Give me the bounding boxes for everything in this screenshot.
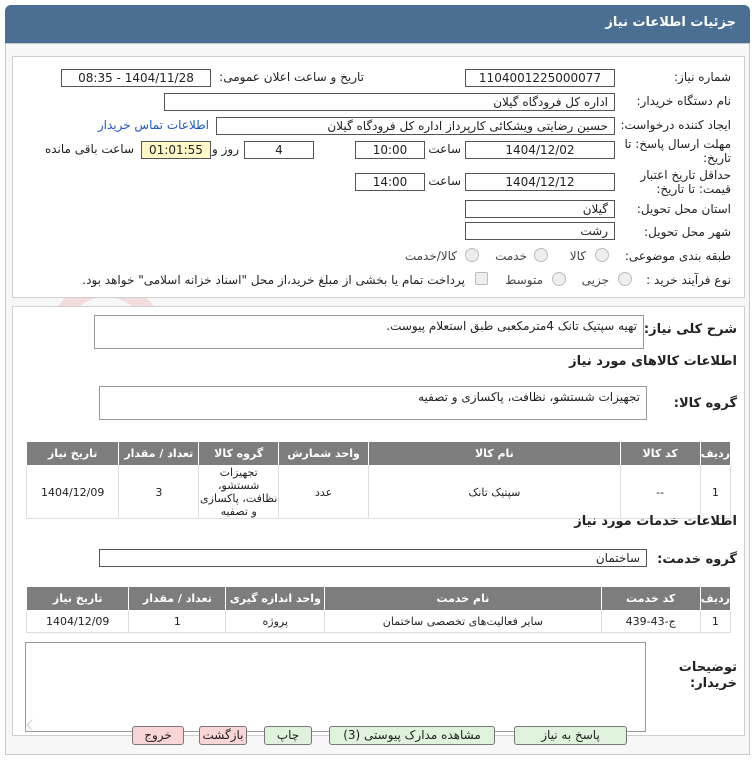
city-label: شهر محل تحویل: xyxy=(644,225,731,239)
days-field: 4 xyxy=(244,141,314,159)
reply-date-field: 1404/12/02 xyxy=(465,141,615,159)
main-container: AriaTender.net شماره نیاز: 1104001225000… xyxy=(5,43,750,755)
buyer-org-field: اداره کل فرودگاه گیلان xyxy=(164,93,615,111)
buyer-notes-label: توضیحات خریدار: xyxy=(678,660,737,691)
province-field: گیلان xyxy=(465,200,615,218)
table-cell: عدد xyxy=(278,465,370,519)
goods-col-unit: واحد شمارش xyxy=(278,441,370,466)
description-label: شرح کلی نیاز: xyxy=(643,322,737,337)
process-radio-minor[interactable] xyxy=(618,272,632,286)
print-button[interactable]: چاپ xyxy=(264,726,312,745)
services-group-label: گروه خدمت: xyxy=(657,552,737,567)
announce-datetime-label: تاریخ و ساعت اعلان عمومی: xyxy=(219,70,364,84)
buyer-notes-field[interactable] xyxy=(25,642,646,732)
reply-deadline-label: مهلت ارسال پاسخ: تا تاریخ: xyxy=(624,137,731,165)
back-button[interactable]: بازگشت xyxy=(199,726,247,745)
requester-field: حسین رضایتی ویشکائی کارپرداز اداره کل فر… xyxy=(216,117,615,135)
page-title: جزئیات اطلاعات نیاز xyxy=(5,5,750,43)
process-option-minor: جزیی xyxy=(581,273,609,287)
category-radio-goods[interactable] xyxy=(595,248,609,262)
category-option-service: خدمت xyxy=(495,249,527,263)
treasury-note: پرداخت تمام یا بخشی از مبلغ خرید،از محل … xyxy=(82,273,465,287)
table-cell: سایر فعالیت‌های تخصصی ساختمان xyxy=(324,610,602,633)
services-group-field: ساختمان xyxy=(99,549,647,567)
services-col-name: نام خدمت xyxy=(324,586,602,611)
goods-col-name: نام کالا xyxy=(368,441,621,466)
table-cell: پروژه xyxy=(225,610,326,633)
resize-grip-icon[interactable] xyxy=(26,719,38,731)
goods-col-date: تاریخ نیاز xyxy=(25,441,120,466)
exit-button[interactable]: خروج xyxy=(132,726,184,745)
reply-time-label: ساعت xyxy=(428,142,461,156)
category-option-goods: کالا xyxy=(569,249,586,263)
goods-table: ردیف کد کالا نام کالا واحد شمارش گروه کا… xyxy=(25,441,732,519)
services-col-code: کد خدمت xyxy=(600,586,701,611)
buyer-contact-link[interactable]: اطلاعات تماس خریدار xyxy=(98,118,209,132)
goods-col-code: کد کالا xyxy=(619,441,701,466)
requester-label: ایجاد کننده درخواست: xyxy=(620,118,731,132)
table-cell: 1404/12/09 xyxy=(25,465,120,519)
remaining-label: ساعت باقی مانده xyxy=(44,142,134,156)
announce-datetime-field: 1404/11/28 - 08:35 xyxy=(61,69,211,87)
table-cell: 1404/12/09 xyxy=(25,610,130,633)
table-cell: ج-43-439 xyxy=(600,610,701,633)
treasury-checkbox[interactable] xyxy=(475,272,488,285)
province-label: استان محل تحویل: xyxy=(636,202,731,216)
goods-section-title: اطلاعات کالاهای مورد نیاز xyxy=(569,354,737,369)
table-cell: سپتیک تانک xyxy=(368,465,621,519)
reply-button[interactable]: پاسخ به نیاز xyxy=(514,726,627,745)
remaining-time-field: 01:01:55 xyxy=(141,141,211,159)
goods-group-field: تجهیزات شستشو، نظافت، پاکسازی و تصفیه xyxy=(99,386,647,420)
table-cell: 1 xyxy=(128,610,227,633)
services-section-title: اطلاعات خدمات مورد نیاز xyxy=(574,514,737,529)
goods-col-row: ردیف xyxy=(699,441,732,466)
table-cell: تجهیزات شستشو، نظافت، پاکسازی و تصفیه xyxy=(198,465,280,519)
table-cell: 1 xyxy=(699,465,732,519)
table-cell: -- xyxy=(619,465,701,519)
price-validity-label: حداقل تاریخ اعتبار قیمت: تا تاریخ: xyxy=(640,168,731,196)
table-cell: 3 xyxy=(118,465,200,519)
process-label: نوع فرآیند خرید : xyxy=(646,273,731,287)
validity-time-field: 14:00 xyxy=(355,173,425,191)
category-radio-goods-service[interactable] xyxy=(465,248,479,262)
goods-group-label: گروه کالا: xyxy=(673,396,737,411)
process-radio-medium[interactable] xyxy=(552,272,566,286)
services-col-qty: تعداد / مقدار xyxy=(128,586,227,611)
services-col-row: ردیف xyxy=(699,586,732,611)
description-text: تهیه سپتیک تانک 4مترمکعبی طبق استعلام پی… xyxy=(94,315,644,349)
category-label: طبقه بندی موضوعی: xyxy=(624,249,731,263)
services-col-date: تاریخ نیاز xyxy=(25,586,130,611)
reply-time-field: 10:00 xyxy=(355,141,425,159)
days-label: روز و xyxy=(212,142,239,156)
goods-col-qty: تعداد / مقدار xyxy=(118,441,200,466)
process-option-medium: متوسط xyxy=(505,273,543,287)
table-row: 1 ج-43-439 سایر فعالیت‌های تخصصی ساختمان… xyxy=(25,610,732,633)
need-number-label: شماره نیاز: xyxy=(674,70,731,84)
services-table: ردیف کد خدمت نام خدمت واحد اندازه گیری ت… xyxy=(25,586,732,633)
category-radio-service[interactable] xyxy=(534,248,548,262)
category-option-goods-service: کالا/خدمت xyxy=(404,249,457,263)
table-row: 1 -- سپتیک تانک عدد تجهیزات شستشو، نظافت… xyxy=(25,465,732,519)
attachments-button[interactable]: مشاهده مدارک پیوستی (3) xyxy=(329,726,495,745)
buyer-org-label: نام دستگاه خریدار: xyxy=(636,94,732,108)
validity-date-field: 1404/12/12 xyxy=(465,173,615,191)
need-number-field: 1104001225000077 xyxy=(465,69,615,87)
validity-time-label: ساعت xyxy=(428,174,461,188)
table-cell: 1 xyxy=(699,610,732,633)
services-col-unit: واحد اندازه گیری xyxy=(225,586,326,611)
goods-col-group: گروه کالا xyxy=(198,441,280,466)
city-field: رشت xyxy=(465,222,615,240)
